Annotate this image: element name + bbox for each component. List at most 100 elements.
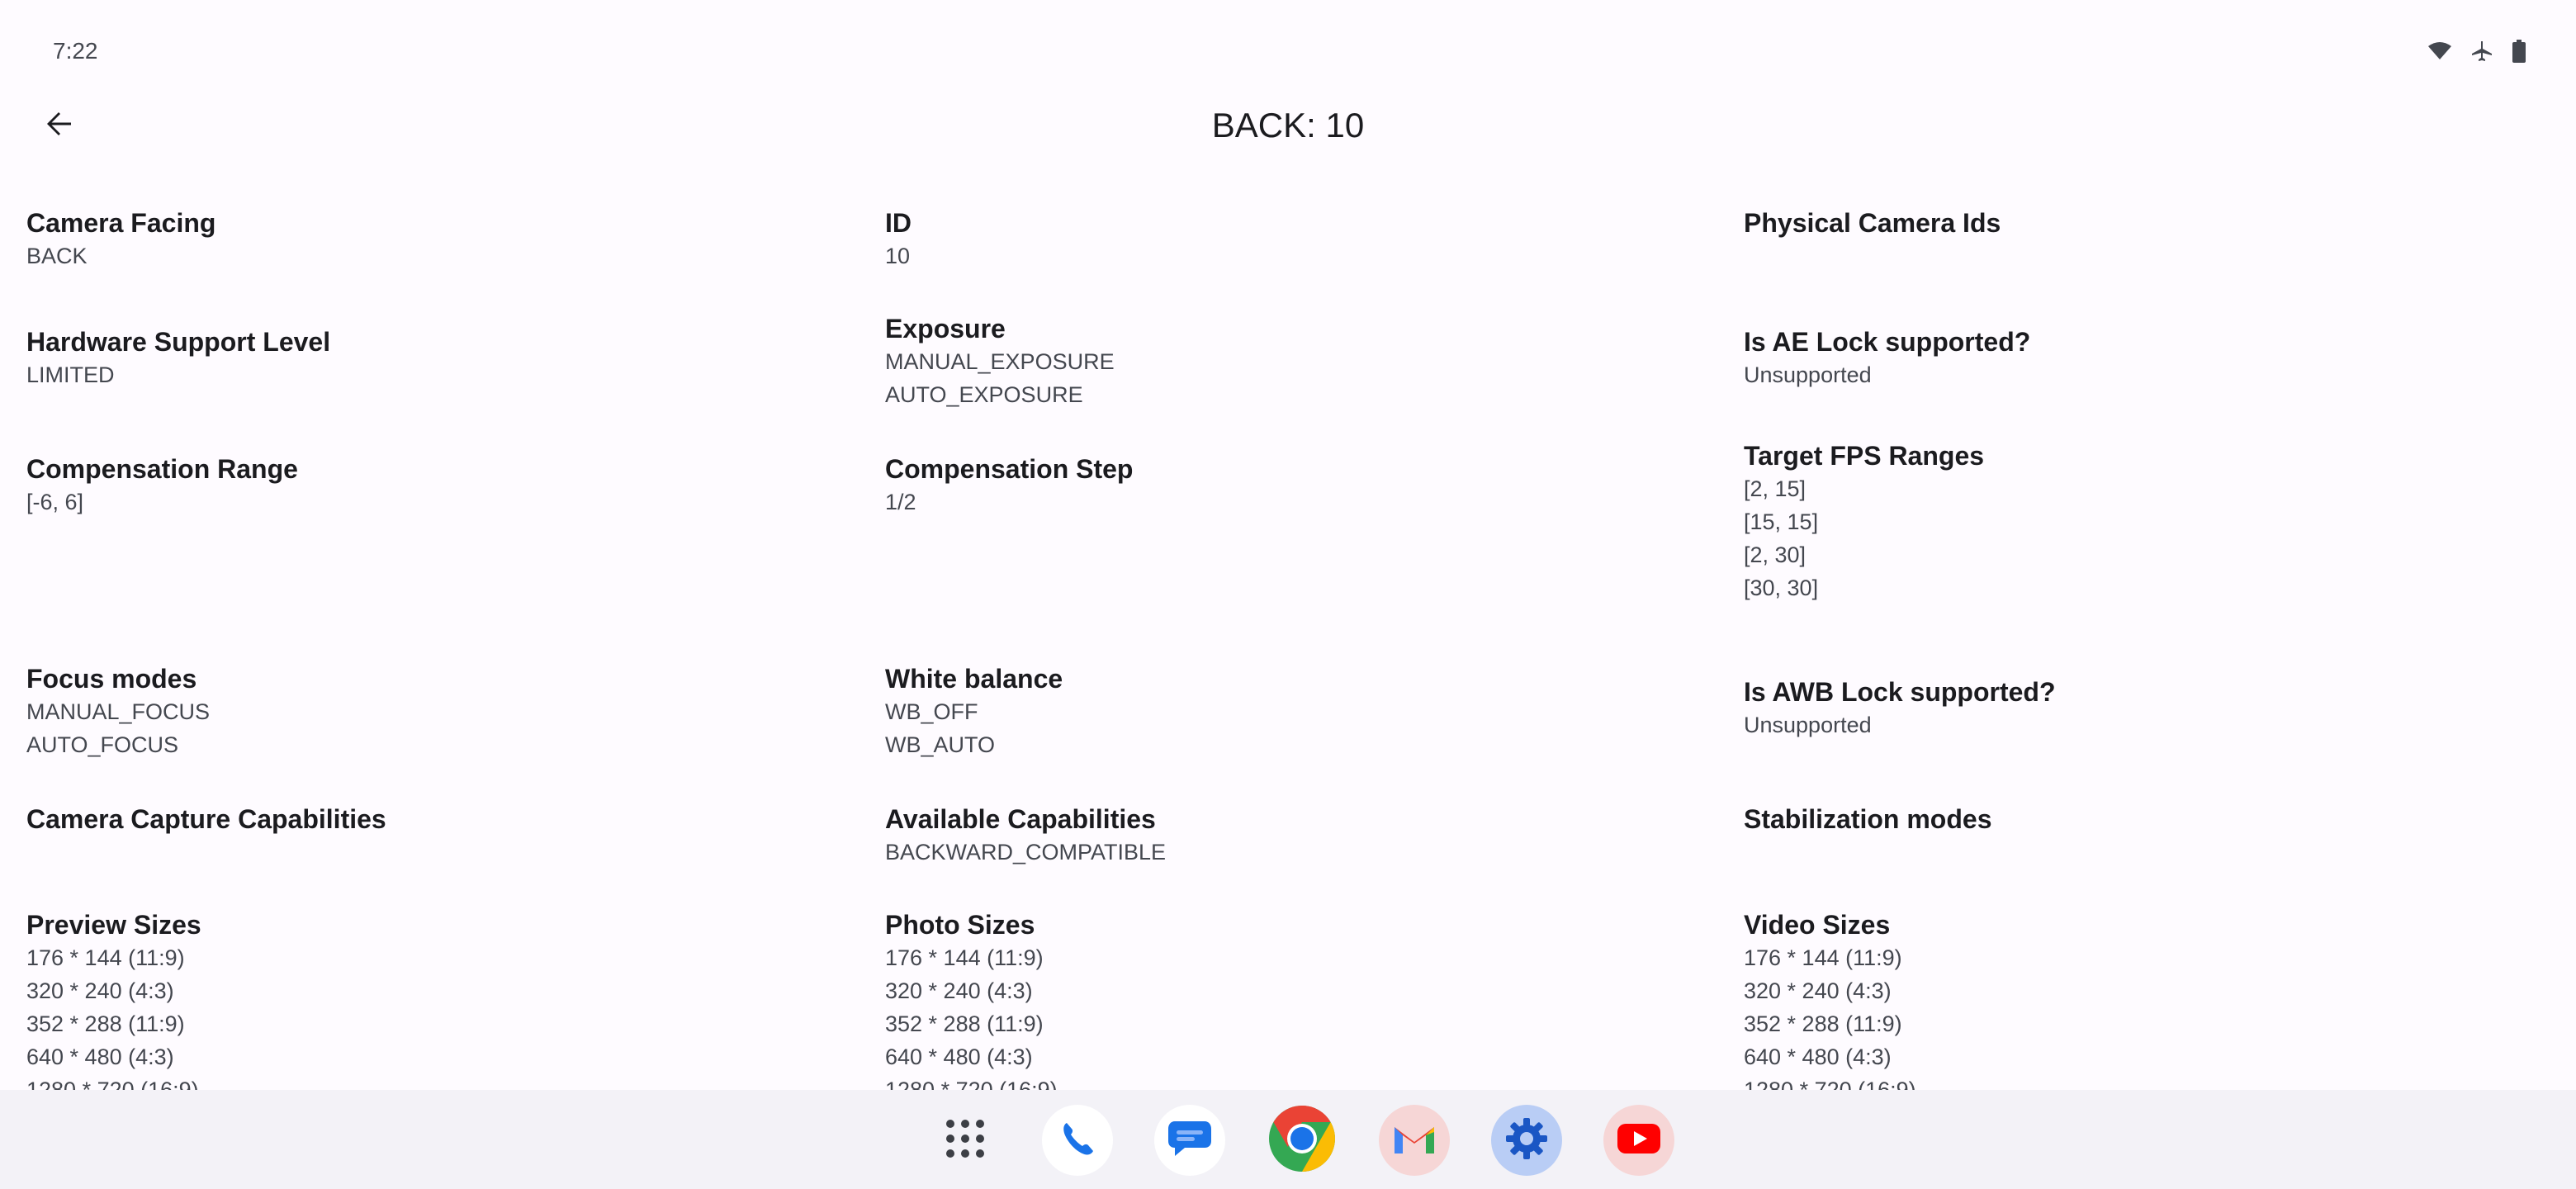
prop-values: Unsupported [1744, 708, 2056, 741]
prop-values: MANUAL_EXPOSURE AUTO_EXPOSURE [885, 345, 1115, 411]
prop-label: ID [885, 208, 912, 238]
prop-value: WB_AUTO [885, 732, 996, 757]
app-drawer-button[interactable] [930, 1105, 1001, 1176]
wifi-icon [2427, 41, 2452, 61]
messages-app-button[interactable] [1154, 1105, 1225, 1176]
prop-value: 10 [885, 244, 911, 268]
prop-label: Camera Capture Capabilities [26, 804, 386, 834]
prop-label: Compensation Step [885, 454, 1134, 484]
prop-value: LIMITED [26, 362, 115, 387]
prop-ae-lock: Is AE Lock supported? Unsupported [1744, 325, 2030, 391]
messages-icon [1167, 1118, 1213, 1163]
taskbar [0, 1090, 2576, 1189]
prop-values: BACKWARD_COMPATIBLE [885, 836, 1166, 869]
prop-label: Focus modes [26, 664, 197, 694]
prop-value: [-6, 6] [26, 490, 84, 514]
prop-value: 176 * 144 (11:9) [26, 945, 185, 970]
prop-values: [2, 15] [15, 15] [2, 30] [30, 30] [1744, 472, 1984, 604]
prop-label: Hardware Support Level [26, 327, 331, 357]
prop-value: 1280 * 720 (16:9) [1744, 1078, 1916, 1090]
prop-physical-camera-ids: Physical Camera Ids [1744, 206, 2001, 239]
prop-value: MANUAL_EXPOSURE [885, 349, 1115, 374]
prop-label: White balance [885, 664, 1063, 694]
prop-values: 176 * 144 (11:9) 320 * 240 (4:3) 352 * 2… [1744, 941, 1916, 1090]
chrome-app-button[interactable] [1267, 1105, 1338, 1176]
prop-label: Target FPS Ranges [1744, 441, 1985, 471]
prop-values: MANUAL_FOCUS AUTO_FOCUS [26, 695, 210, 761]
prop-values: WB_OFF WB_AUTO [885, 695, 1063, 761]
prop-label: Stabilization modes [1744, 804, 1992, 834]
prop-value: 176 * 144 (11:9) [1744, 945, 1902, 970]
youtube-icon [1616, 1122, 1662, 1159]
prop-value: [15, 15] [1744, 509, 1819, 534]
prop-hardware-support-level: Hardware Support Level LIMITED [26, 325, 330, 391]
battery-icon [2512, 40, 2526, 63]
prop-value: [30, 30] [1744, 576, 1819, 600]
prop-value: 640 * 480 (4:3) [1744, 1045, 1892, 1069]
prop-focus-modes: Focus modes MANUAL_FOCUS AUTO_FOCUS [26, 662, 210, 761]
prop-target-fps-ranges: Target FPS Ranges [2, 15] [15, 15] [2, 3… [1744, 439, 1984, 604]
phone-app-button[interactable] [1042, 1105, 1113, 1176]
gmail-app-button[interactable] [1379, 1105, 1450, 1176]
prop-value: 1280 * 720 (16:9) [885, 1078, 1058, 1090]
prop-value: 640 * 480 (4:3) [26, 1045, 174, 1069]
prop-value: MANUAL_FOCUS [26, 699, 211, 724]
prop-id: ID 10 [885, 206, 912, 272]
prop-value: 352 * 288 (11:9) [1744, 1011, 1902, 1036]
prop-values: 10 [885, 239, 912, 272]
prop-values: 176 * 144 (11:9) 320 * 240 (4:3) 352 * 2… [885, 941, 1058, 1090]
app-dock [930, 1105, 1674, 1176]
prop-value: 1/2 [885, 490, 916, 514]
prop-values: 1/2 [885, 486, 1133, 519]
prop-value: AUTO_FOCUS [26, 732, 179, 757]
youtube-app-button[interactable] [1603, 1105, 1674, 1176]
airplane-icon [2470, 40, 2493, 63]
prop-value: [2, 30] [1744, 542, 1807, 567]
prop-label: Is AWB Lock supported? [1744, 677, 2056, 707]
prop-label: Exposure [885, 314, 1006, 343]
status-clock: 7:22 [53, 38, 98, 64]
prop-value: 320 * 240 (4:3) [885, 978, 1033, 1003]
prop-label: Preview Sizes [26, 910, 201, 940]
prop-value: 320 * 240 (4:3) [26, 978, 174, 1003]
prop-value: Unsupported [1744, 713, 1872, 737]
prop-photo-sizes: Photo Sizes 176 * 144 (11:9) 320 * 240 (… [885, 908, 1058, 1090]
prop-value: 352 * 288 (11:9) [26, 1011, 185, 1036]
status-icons [2427, 40, 2526, 63]
prop-value: 352 * 288 (11:9) [885, 1011, 1044, 1036]
prop-label: Available Capabilities [885, 804, 1156, 834]
app-bar: BACK: 10 [0, 91, 2576, 159]
prop-awb-lock: Is AWB Lock supported? Unsupported [1744, 675, 2056, 741]
prop-value: BACKWARD_COMPATIBLE [885, 840, 1167, 865]
prop-video-sizes: Video Sizes 176 * 144 (11:9) 320 * 240 (… [1744, 908, 1916, 1090]
prop-value: 1280 * 720 (16:9) [26, 1078, 199, 1090]
prop-values: [-6, 6] [26, 486, 298, 519]
gmail-icon [1391, 1120, 1437, 1161]
prop-value: 176 * 144 (11:9) [885, 945, 1044, 970]
page-title: BACK: 10 [1211, 106, 1365, 144]
prop-exposure: Exposure MANUAL_EXPOSURE AUTO_EXPOSURE [885, 312, 1115, 411]
prop-stabilization-modes: Stabilization modes [1744, 803, 1991, 836]
prop-value: BACK [26, 244, 88, 268]
prop-value: AUTO_EXPOSURE [885, 382, 1083, 407]
prop-values: Unsupported [1744, 358, 2030, 391]
prop-compensation-step: Compensation Step 1/2 [885, 452, 1133, 519]
chrome-icon [1267, 1104, 1337, 1177]
app-drawer-icon [942, 1116, 988, 1166]
camera-properties: Camera Facing BACK Hardware Support Leve… [0, 187, 2576, 1090]
prop-value: 320 * 240 (4:3) [1744, 978, 1892, 1003]
prop-available-capabilities: Available Capabilities BACKWARD_COMPATIB… [885, 803, 1166, 869]
prop-compensation-range: Compensation Range [-6, 6] [26, 452, 298, 519]
prop-values: LIMITED [26, 358, 330, 391]
prop-preview-sizes: Preview Sizes 176 * 144 (11:9) 320 * 240… [26, 908, 201, 1090]
settings-icon [1503, 1116, 1550, 1166]
phone-icon [1057, 1118, 1098, 1163]
prop-label: Is AE Lock supported? [1744, 327, 2031, 357]
prop-camera-facing: Camera Facing BACK [26, 206, 215, 272]
settings-app-button[interactable] [1491, 1105, 1562, 1176]
prop-label: Physical Camera Ids [1744, 208, 2001, 238]
prop-label: Photo Sizes [885, 910, 1035, 940]
prop-camera-capture-capabilities: Camera Capture Capabilities [26, 803, 386, 836]
prop-values: 176 * 144 (11:9) 320 * 240 (4:3) 352 * 2… [26, 941, 201, 1090]
prop-value: Unsupported [1744, 362, 1872, 387]
